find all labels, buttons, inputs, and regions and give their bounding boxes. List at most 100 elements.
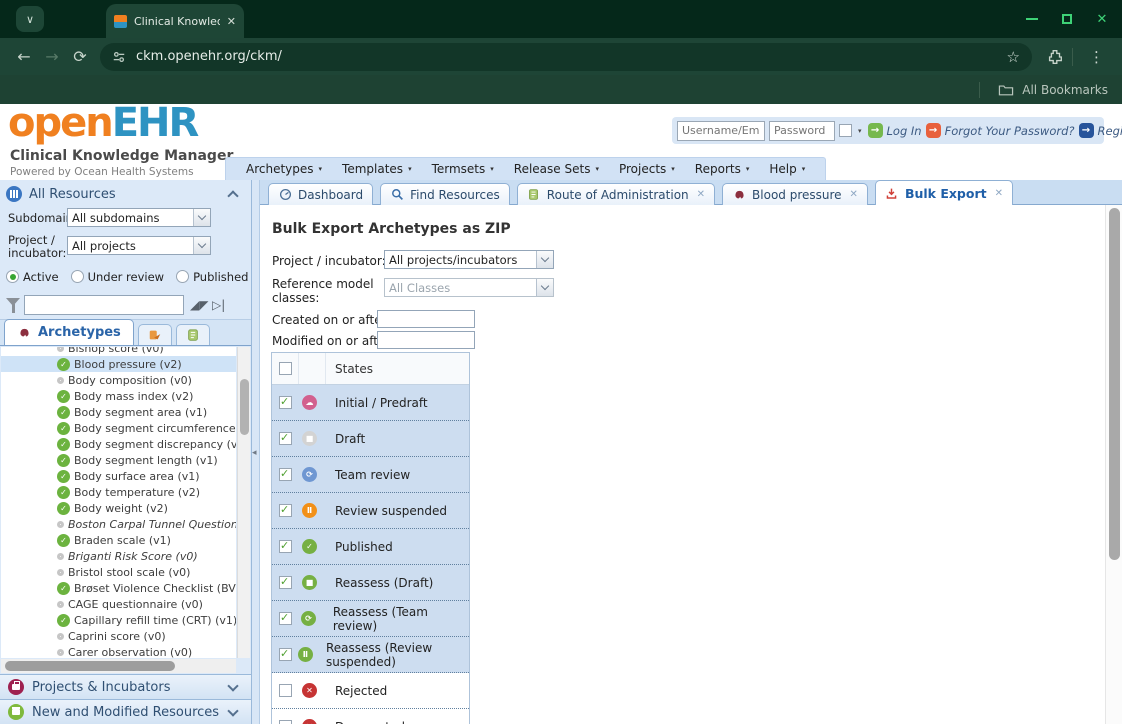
state-row-rejected[interactable]: ✕Rejected [272, 673, 469, 709]
expand-panel-icon[interactable] [227, 680, 238, 691]
expand-panel-icon[interactable] [227, 705, 238, 716]
state-checkbox[interactable] [279, 684, 292, 697]
tab-archetypes[interactable]: Archetypes [4, 319, 134, 345]
tree-item-caprini-score[interactable]: Caprini score (v0) [1, 628, 236, 644]
tree-horizontal-scrollbar[interactable] [1, 659, 236, 673]
radio-icon[interactable] [71, 270, 84, 283]
tab-termsets[interactable] [176, 324, 210, 345]
browser-tab[interactable]: Clinical Knowledge Manager ✕ [106, 4, 244, 38]
minimize-button[interactable] [1024, 11, 1040, 27]
tree-item-body-segment-area[interactable]: ✓Body segment area (v1) [1, 404, 236, 420]
state-row-deprecated[interactable]: ✕Deprecated [272, 709, 469, 724]
state-row-published[interactable]: ✓Published [272, 529, 469, 565]
tab-close-icon[interactable]: ✕ [850, 189, 858, 200]
tree-item-boston-carpal-tunnel-questionnaire[interactable]: Boston Carpal Tunnel Questionnaire . [1, 516, 236, 532]
back-button[interactable]: ← [10, 47, 38, 66]
forgot-password-arrow-icon[interactable]: → [926, 123, 941, 138]
forgot-password-link[interactable]: Forgot Your Password? [945, 124, 1075, 138]
state-checkbox[interactable] [279, 648, 292, 661]
menu-item-archetypes[interactable]: Archetypes▾ [236, 162, 332, 176]
tab-blood-pressure[interactable]: Blood pressure✕ [722, 183, 868, 205]
tab-close-icon[interactable]: ✕ [697, 189, 705, 200]
reload-button[interactable]: ⟳ [66, 47, 94, 66]
tree-item-capillary-refill-time-crt[interactable]: ✓Capillary refill time (CRT) (v1) [1, 612, 236, 628]
sidebar-splitter[interactable]: ◂ [252, 180, 260, 724]
tree-item-blood-pressure[interactable]: ✓Blood pressure (v2) [1, 356, 236, 372]
tree-hscroll-thumb[interactable] [5, 661, 175, 671]
tree-item-body-composition[interactable]: Body composition (v0) [1, 372, 236, 388]
tree-item-body-mass-index[interactable]: ✓Body mass index (v2) [1, 388, 236, 404]
tree-item-body-segment-discrepancy[interactable]: ✓Body segment discrepancy (v1) [1, 436, 236, 452]
project-incubator-select[interactable]: All projects/incubators [384, 250, 554, 269]
tree-item-body-temperature[interactable]: ✓Body temperature (v2) [1, 484, 236, 500]
state-checkbox[interactable] [279, 720, 292, 724]
state-row-team-review[interactable]: ⟳Team review [272, 457, 469, 493]
tree-vertical-scrollbar[interactable] [237, 347, 250, 658]
forward-button[interactable]: → [38, 47, 66, 66]
tab-templates[interactable] [138, 324, 172, 345]
main-scroll-thumb[interactable] [1109, 208, 1120, 560]
tree-scroll-thumb[interactable] [240, 379, 249, 435]
extensions-icon[interactable] [1046, 48, 1064, 66]
state-checkbox[interactable] [279, 612, 292, 625]
state-row-reassess-draft[interactable]: ■Reassess (Draft) [272, 565, 469, 601]
state-row-draft[interactable]: ■Draft [272, 421, 469, 457]
tab-find-resources[interactable]: Find Resources [380, 183, 510, 205]
log-in-arrow-icon[interactable]: → [868, 123, 883, 138]
address-bar[interactable]: ckm.openehr.org/ckm/ ☆ [100, 43, 1032, 71]
filter-input[interactable] [24, 295, 184, 315]
tab-close-icon[interactable]: ✕ [995, 188, 1003, 199]
tree-item-body-weight[interactable]: ✓Body weight (v2) [1, 500, 236, 516]
menu-item-release-sets[interactable]: Release Sets▾ [504, 162, 609, 176]
tree-item-briganti-risk-score[interactable]: Briganti Risk Score (v0) [1, 548, 236, 564]
tree-item-braden-scale[interactable]: ✓Braden scale (v1) [1, 532, 236, 548]
register-link[interactable]: Register [1098, 124, 1122, 138]
tab-route-of-administration[interactable]: Route of Administration✕ [517, 183, 715, 205]
subdomain-select[interactable]: All subdomains [67, 208, 211, 227]
tab-search-button[interactable]: ∨ [16, 6, 44, 32]
username-field[interactable] [677, 121, 765, 141]
tab-close-icon[interactable]: ✕ [227, 15, 236, 28]
apply-filter-icon[interactable]: ◢◤ [190, 298, 208, 312]
tab-dashboard[interactable]: Dashboard [268, 183, 373, 205]
close-button[interactable]: ✕ [1094, 11, 1110, 27]
menu-item-help[interactable]: Help▾ [759, 162, 815, 176]
radio-icon[interactable] [6, 270, 19, 283]
tree-item-carer-observation[interactable]: Carer observation (v0) [1, 644, 236, 658]
radio-active[interactable]: Active [6, 270, 59, 284]
state-checkbox[interactable] [279, 396, 292, 409]
tree-item-cage-questionnaire[interactable]: CAGE questionnaire (v0) [1, 596, 236, 612]
panel-projects-incubators[interactable]: Projects & Incubators [0, 674, 251, 699]
tree-item-br-set-violence-checklist-bvc[interactable]: ✓Brøset Violence Checklist (BVC) (v1) [1, 580, 236, 596]
main-vertical-scrollbar[interactable] [1105, 205, 1122, 724]
tree-item-bishop-score[interactable]: Bishop score (v0) [1, 347, 236, 356]
log-in-link[interactable]: Log In [887, 124, 922, 138]
menu-item-reports[interactable]: Reports▾ [685, 162, 760, 176]
state-checkbox[interactable] [279, 576, 292, 589]
state-row-review-suspended[interactable]: ⅡReview suspended [272, 493, 469, 529]
state-row-reassess-review-suspended[interactable]: ⅡReassess (Review suspended) [272, 637, 469, 673]
created-after-input[interactable] [377, 310, 475, 328]
all-bookmarks-label[interactable]: All Bookmarks [1022, 83, 1108, 97]
tab-bulk-export[interactable]: Bulk Export✕ [875, 180, 1013, 205]
state-checkbox[interactable] [279, 432, 292, 445]
state-checkbox[interactable] [279, 468, 292, 481]
tree-item-body-segment-circumference[interactable]: ✓Body segment circumference (v1) [1, 420, 236, 436]
password-field[interactable] [769, 121, 835, 141]
collapse-panel-icon[interactable] [227, 190, 238, 201]
site-info-icon[interactable] [112, 50, 126, 64]
register-arrow-icon[interactable]: → [1079, 123, 1094, 138]
menu-item-termsets[interactable]: Termsets▾ [422, 162, 504, 176]
project-select[interactable]: All projects [67, 236, 211, 255]
login-options-caret-icon[interactable]: ▾ [858, 127, 862, 135]
state-row-reassess-team-review[interactable]: ⟳Reassess (Team review) [272, 601, 469, 637]
radio-icon[interactable] [176, 270, 189, 283]
state-checkbox[interactable] [279, 504, 292, 517]
state-row-initial-predraft[interactable]: ☁Initial / Predraft [272, 385, 469, 421]
collapse-sidebar-icon[interactable]: ◂ [252, 448, 257, 458]
radio-published[interactable]: Published [176, 270, 248, 284]
modified-after-input[interactable] [377, 331, 475, 349]
menu-item-templates[interactable]: Templates▾ [332, 162, 422, 176]
tree-item-body-segment-length[interactable]: ✓Body segment length (v1) [1, 452, 236, 468]
browser-menu-icon[interactable]: ⋮ [1081, 48, 1112, 66]
